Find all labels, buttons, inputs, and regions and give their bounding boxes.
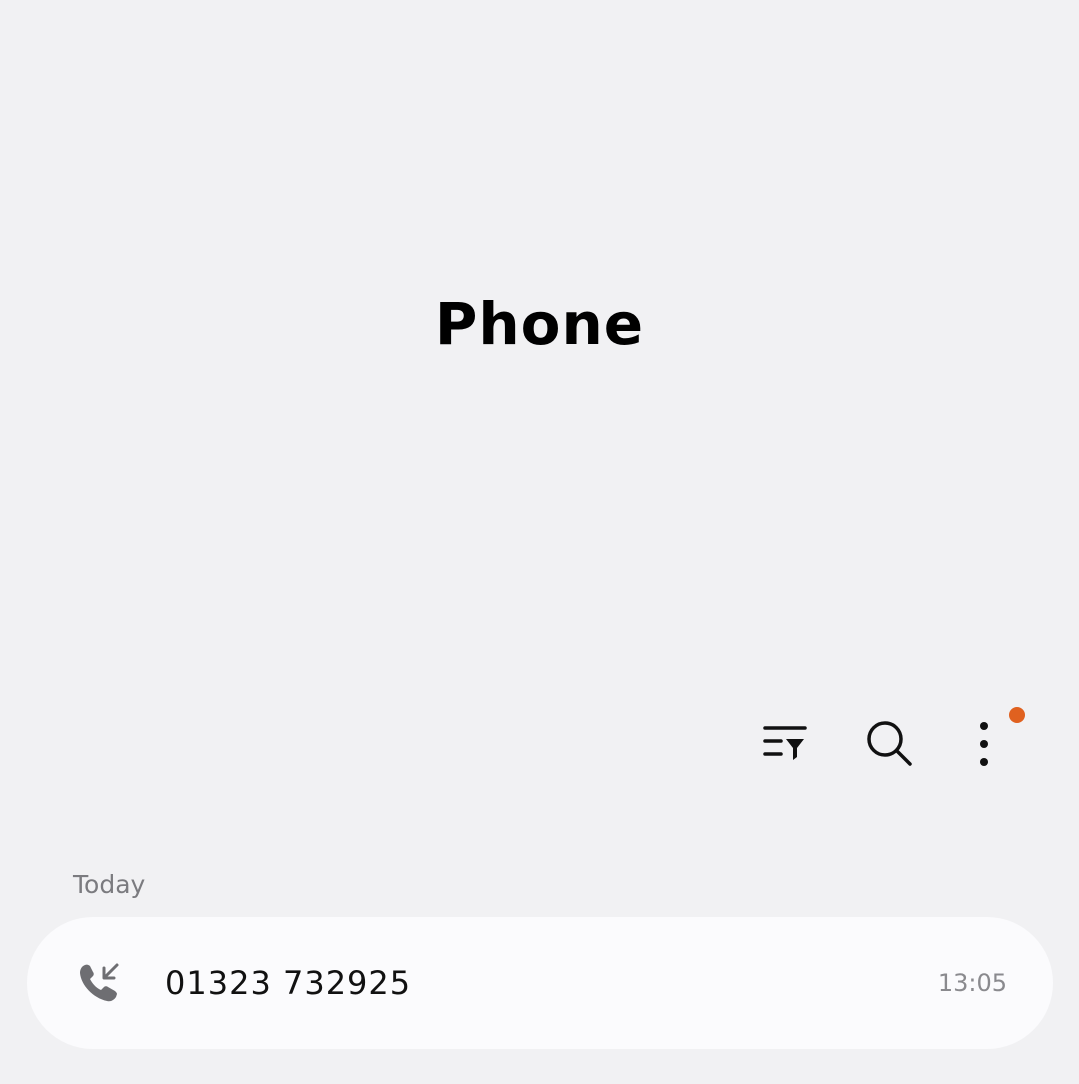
notification-dot xyxy=(1009,707,1025,723)
filter-button[interactable] xyxy=(755,716,815,776)
section-label-today: Today xyxy=(73,870,146,899)
more-options-button[interactable] xyxy=(954,716,1014,776)
incoming-call-icon xyxy=(77,961,121,1005)
search-button[interactable] xyxy=(860,716,920,776)
call-log-item[interactable]: 01323 732925 13:05 xyxy=(27,917,1053,1049)
app-title: Phone xyxy=(434,290,645,358)
call-time: 13:05 xyxy=(937,969,1007,997)
filter-list-icon xyxy=(763,723,807,769)
call-number: 01323 732925 xyxy=(165,964,412,1002)
more-vertical-icon xyxy=(977,721,991,771)
toolbar xyxy=(740,707,1040,776)
search-icon xyxy=(865,719,915,773)
phone-app-screen: Phone Today 01323 732925 13:05 xyxy=(0,0,1079,1084)
